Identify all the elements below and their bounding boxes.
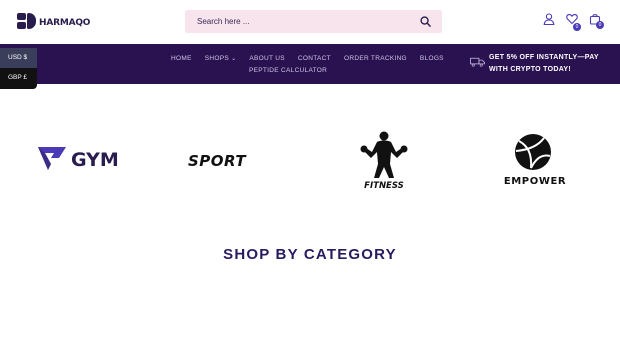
search-input[interactable] xyxy=(185,10,417,33)
fitness-wordmark: FITNESS xyxy=(364,181,404,190)
chevron-down-icon: ⌄ xyxy=(231,56,237,62)
cart-count-badge: 0 xyxy=(596,21,604,29)
nav-item-contact[interactable]: CONTACT xyxy=(298,55,331,62)
logo-mark-icon xyxy=(17,13,37,29)
promo-line-2: WITH CRYPTO TODAY! xyxy=(489,66,572,73)
gym-emblem-icon: GYM xyxy=(38,147,119,171)
site-header: HARMAQO 0 0 xyxy=(0,0,620,44)
user-account-icon[interactable] xyxy=(543,13,555,25)
main-navigation-bar: HOME SHOPS ⌄ ABOUT US CONTACT ORDER TRAC… xyxy=(0,44,620,84)
main-nav: HOME SHOPS ⌄ ABOUT US CONTACT ORDER TRAC… xyxy=(171,53,444,76)
wishlist-count-badge: 0 xyxy=(573,23,581,31)
brand-gym-logo[interactable]: GYM xyxy=(37,146,133,179)
currency-gbp[interactable]: GBP £ xyxy=(0,68,37,89)
empower-wordmark: EMPOWER xyxy=(504,176,566,186)
nav-item-shops[interactable]: SHOPS ⌄ xyxy=(205,55,237,62)
promo-line-1: GET 5% OFF INSTANTLY—PAY xyxy=(489,54,599,61)
currency-usd[interactable]: USD $ xyxy=(0,48,37,68)
crypto-promo: GET 5% OFF INSTANTLY—PAY WITH CRYPTO TOD… xyxy=(470,52,610,76)
nav-item-peptide-calculator[interactable]: PEPTIDE CALCULATOR xyxy=(249,67,327,74)
fitness-athlete-icon: FITNESS xyxy=(360,131,408,191)
logo-text: HARMAQO xyxy=(39,18,91,28)
search-icon[interactable] xyxy=(420,16,431,27)
shop-by-category-heading: SHOP BY CATEGORY xyxy=(223,246,397,263)
sport-wordmark: SPORT xyxy=(188,152,247,170)
brand-fitness-logo[interactable]: FITNESS xyxy=(358,130,410,195)
nav-item-about[interactable]: ABOUT US xyxy=(249,55,285,62)
nav-item-order-tracking[interactable]: ORDER TRACKING xyxy=(344,55,407,62)
empower-volleyball-icon: EMPOWER xyxy=(504,134,566,187)
site-logo[interactable]: HARMAQO xyxy=(17,12,90,30)
promo-text: GET 5% OFF INSTANTLY—PAY WITH CRYPTO TOD… xyxy=(489,52,599,76)
brand-empower-logo[interactable]: EMPOWER xyxy=(498,132,574,191)
brand-sport-logo[interactable]: SPORT xyxy=(186,150,286,177)
sport-wordmark-graphic: SPORT xyxy=(188,152,247,170)
search-bar xyxy=(185,10,442,33)
nav-item-home[interactable]: HOME xyxy=(171,55,192,62)
delivery-truck-icon xyxy=(470,57,485,67)
gym-wordmark: GYM xyxy=(71,149,119,171)
nav-item-shops-label: SHOPS xyxy=(204,55,229,62)
nav-item-blogs[interactable]: BLOGS xyxy=(420,55,444,62)
